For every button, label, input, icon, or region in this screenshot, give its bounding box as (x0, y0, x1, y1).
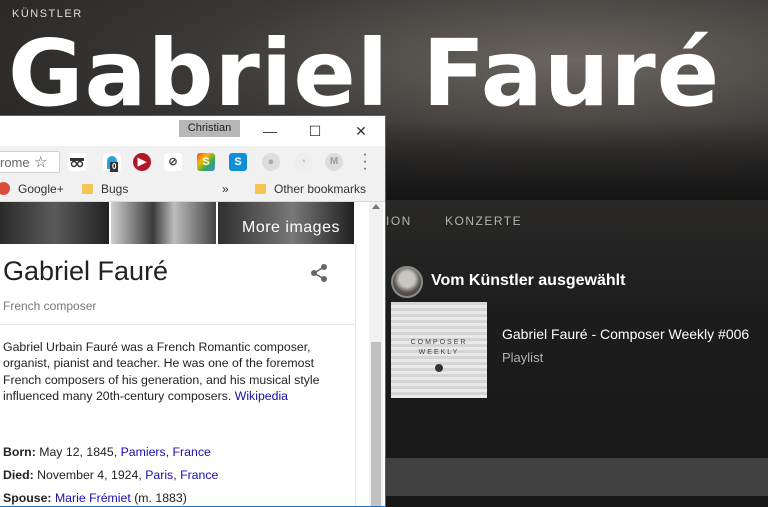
chrome-menu-icon[interactable]: · · · (359, 147, 371, 177)
skype-extension-icon[interactable]: S (229, 153, 247, 171)
more-images-link[interactable]: More images (242, 219, 340, 237)
extension-badge: 0 (110, 162, 119, 172)
tab-concerts[interactable]: KONZERTE (445, 214, 522, 228)
address-text: rome (0, 155, 30, 170)
kp-description: Gabriel Urbain Fauré was a French Romant… (3, 339, 348, 405)
address-bar[interactable]: rome ☆ (0, 151, 60, 173)
bookmark-label: Google+ (18, 182, 64, 196)
artist-title: Gabriel Fauré (8, 20, 721, 127)
google-plus-icon (0, 182, 10, 195)
scrollbar-thumb[interactable] (371, 342, 381, 506)
grey-extension-icon-1[interactable]: ● (262, 153, 280, 171)
playlist-title[interactable]: Gabriel Fauré - Composer Weekly #006 (502, 326, 749, 342)
ghostery-extension-icon[interactable]: 0 (103, 153, 121, 172)
fact-died: Died: November 4, 1924, Paris, France (3, 468, 219, 482)
wikipedia-link[interactable]: Wikipedia (235, 389, 288, 403)
toolbar: rome ☆ 0 ▶ ⊘ S S ● ◔ M · · · (0, 146, 385, 178)
share-icon[interactable] (308, 262, 330, 284)
tab-biography[interactable]: ION (386, 214, 412, 228)
section-bar (386, 458, 768, 496)
bookmark-other-bookmarks[interactable]: Other bookmarks (255, 182, 366, 196)
photo-thumbnail[interactable] (0, 202, 109, 244)
born-country-link[interactable]: France (173, 445, 211, 459)
artist-kicker: KÜNSTLER (12, 8, 83, 20)
bookmark-label: Other bookmarks (274, 182, 367, 196)
bookmark-bugs[interactable]: Bugs (82, 182, 128, 196)
died-country-link[interactable]: France (180, 468, 218, 482)
divider (0, 324, 354, 325)
playlist-cover-text: COMPOSER WEEKLY (391, 338, 487, 358)
bookmarks-overflow-button[interactable]: » (222, 182, 229, 196)
spotify-logo-icon (435, 364, 443, 372)
folder-icon (82, 184, 93, 194)
grey-extension-icon-3[interactable]: M (325, 153, 343, 171)
fact-label: Born: (3, 445, 36, 459)
kp-title: Gabriel Fauré (3, 256, 169, 286)
died-place-link[interactable]: Paris (145, 468, 173, 482)
photo-thumbnail[interactable] (111, 202, 216, 244)
fact-value: (m. 1883) (134, 491, 187, 505)
fact-value: November 4, 1924, (37, 468, 142, 482)
play-extension-icon[interactable]: ▶ (133, 153, 151, 171)
playlist-type: Playlist (502, 350, 544, 365)
bookmarks-bar: Google+ Bugs » Other bookmarks (0, 178, 385, 202)
scroll-up-arrow-icon[interactable] (372, 204, 380, 209)
kp-subtitle: French composer (3, 299, 97, 313)
knowledge-panel: Gabriel Fauré French composer Gabriel Ur… (0, 244, 356, 506)
fact-label: Spouse: (3, 491, 52, 505)
fact-spouse: Spouse: Marie Frémiet (m. 1883) (3, 491, 187, 505)
cover-line-2: WEEKLY (418, 349, 460, 356)
scrollbar[interactable] (369, 202, 383, 506)
folder-icon (255, 184, 266, 194)
bookmark-label: Bugs (101, 182, 129, 196)
born-place-link[interactable]: Pamiers (121, 445, 166, 459)
bookmark-star-icon[interactable]: ☆ (34, 153, 47, 171)
chrome-window: Christian — ☐ ✕ rome ☆ 0 ▶ ⊘ S S ● ◔ M ·… (0, 115, 386, 507)
artist-pick-heading: Vom Künstler ausgewählt (431, 272, 626, 289)
fact-value: May 12, 1845, (39, 445, 118, 459)
bookmark-google-plus[interactable]: Google+ (0, 182, 64, 196)
incognito-extension-icon[interactable] (68, 153, 86, 171)
s-extension-icon[interactable]: S (197, 153, 215, 171)
fact-born: Born: May 12, 1845, Pamiers, France (3, 445, 211, 459)
playlist-cover[interactable]: COMPOSER WEEKLY (391, 302, 487, 398)
artist-pick-avatar (391, 266, 423, 298)
grey-extension-icon-2[interactable]: ◔ (294, 153, 312, 171)
page-content: More images Gabriel Fauré French compose… (0, 202, 385, 506)
fact-label: Died: (3, 468, 34, 482)
blocked-extension-icon[interactable]: ⊘ (164, 153, 182, 171)
image-strip[interactable]: More images (0, 202, 354, 244)
spouse-link[interactable]: Marie Frémiet (55, 491, 131, 505)
cover-line-1: COMPOSER (410, 339, 468, 346)
